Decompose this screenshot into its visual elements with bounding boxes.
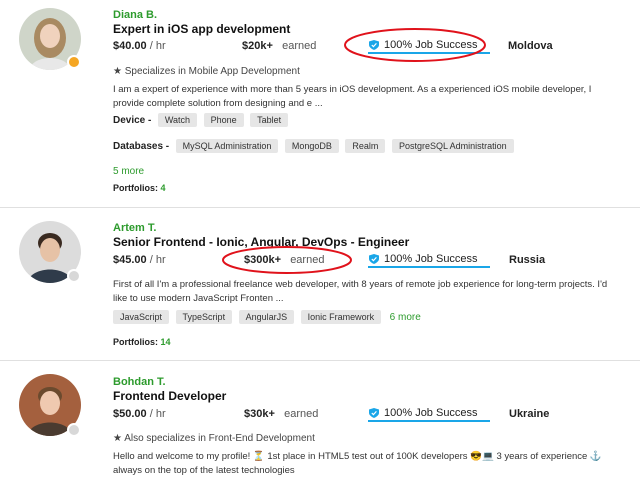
freelancer-card-diana[interactable]: Diana B. Expert in iOS app development $… bbox=[0, 0, 640, 207]
database-tags: Databases - MySQL Administration MongoDB… bbox=[113, 139, 518, 153]
stats-row: $50.00 / hr $30k+ earned 100% Job Succes… bbox=[113, 407, 550, 422]
specialization: ★ Also specializes in Front-End Developm… bbox=[113, 433, 315, 444]
offline-status-dot bbox=[67, 423, 81, 437]
tag[interactable]: Tablet bbox=[250, 113, 289, 127]
earned-amount: $300k+ earned bbox=[244, 254, 325, 266]
description: I am a expert of experience with more th… bbox=[113, 84, 592, 109]
tag[interactable]: JavaScript bbox=[113, 310, 170, 324]
tag[interactable]: AngularJS bbox=[238, 310, 295, 324]
device-tags: Device - Watch Phone Tablet bbox=[113, 113, 292, 127]
stats-row: $40.00 / hr $20k+ earned 100% Job Succes… bbox=[113, 39, 553, 54]
portfolios[interactable]: Portfolios: 4 bbox=[113, 183, 166, 193]
tag[interactable]: TypeScript bbox=[175, 310, 233, 324]
tag[interactable]: Watch bbox=[157, 113, 198, 127]
freelancer-card-bohdan[interactable]: Bohdan T. Frontend Developer $50.00 / hr… bbox=[0, 361, 640, 476]
description: Hello and welcome to my profile! ⏳ 1st p… bbox=[113, 451, 602, 476]
freelancer-name[interactable]: Bohdan T. bbox=[113, 376, 166, 388]
freelancer-name[interactable]: Diana B. bbox=[113, 9, 157, 21]
tag[interactable]: MongoDB bbox=[284, 139, 339, 153]
country: Ukraine bbox=[509, 408, 550, 420]
more-skills-link[interactable]: 6 more bbox=[390, 312, 421, 323]
tag[interactable]: Realm bbox=[345, 139, 386, 153]
earned-amount: $30k+ earned bbox=[244, 408, 319, 420]
portfolios[interactable]: Portfolios: 14 bbox=[113, 337, 171, 347]
tag[interactable]: Phone bbox=[203, 113, 244, 127]
skill-tags: JavaScript TypeScript AngularJS Ionic Fr… bbox=[113, 310, 421, 324]
hourly-rate: $40.00 / hr bbox=[113, 40, 166, 52]
star-icon: ★ bbox=[113, 66, 122, 77]
description: First of all I'm a professional freelanc… bbox=[113, 279, 608, 304]
job-success-bar bbox=[368, 266, 490, 268]
more-skills-link[interactable]: 5 more bbox=[113, 166, 144, 177]
freelancer-name[interactable]: Artem T. bbox=[113, 222, 156, 234]
shield-icon bbox=[369, 40, 379, 50]
tag[interactable]: MySQL Administration bbox=[175, 139, 279, 153]
freelancer-card-artem[interactable]: Artem T. Senior Frontend - Ionic, Angula… bbox=[0, 208, 640, 360]
tag[interactable]: Ionic Framework bbox=[300, 310, 382, 324]
hourly-rate: $50.00 / hr bbox=[113, 408, 166, 420]
tag[interactable]: PostgreSQL Administration bbox=[391, 139, 514, 153]
freelancer-title[interactable]: Expert in iOS app development bbox=[113, 22, 290, 36]
online-status-dot bbox=[67, 55, 81, 69]
job-success-bar bbox=[368, 420, 490, 422]
country: Moldova bbox=[508, 40, 553, 52]
freelancer-title[interactable]: Frontend Developer bbox=[113, 389, 226, 403]
specialization: ★ Specializes in Mobile App Development bbox=[113, 66, 300, 77]
freelancer-title[interactable]: Senior Frontend - Ionic, Angular, DevOps… bbox=[113, 235, 409, 249]
offline-status-dot bbox=[67, 269, 81, 283]
earned-amount: $20k+ earned bbox=[242, 40, 317, 52]
country: Russia bbox=[509, 254, 546, 266]
shield-icon bbox=[369, 254, 379, 264]
shield-icon bbox=[369, 408, 379, 418]
star-icon: ★ bbox=[113, 433, 122, 444]
hourly-rate: $45.00 / hr bbox=[113, 254, 166, 266]
job-success-bar bbox=[368, 52, 490, 54]
stats-row: $45.00 / hr $300k+ earned 100% Job Succe… bbox=[113, 253, 546, 268]
